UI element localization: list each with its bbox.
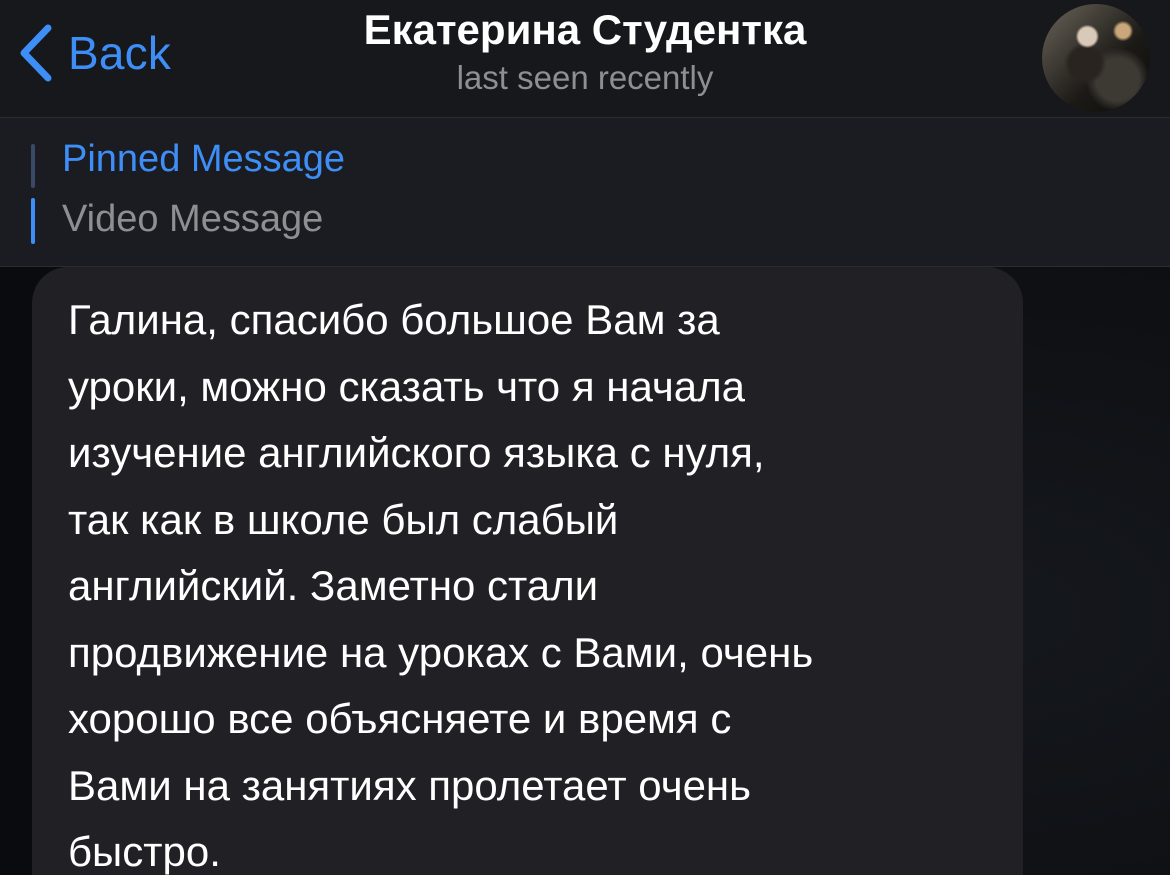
message-line: уроки, можно сказать что я начала	[68, 362, 745, 410]
pinned-preview: Video Message	[62, 198, 324, 240]
message-text: Галина, спасибо большое Вам за уроки, мо…	[68, 287, 993, 875]
message-line: Галина, спасибо большое Вам за	[68, 296, 720, 343]
message-line: хорошо все объясняете и время с	[68, 695, 732, 742]
chat-header: Back Екатерина Студентка last seen recen…	[0, 0, 1170, 118]
back-label: Back	[68, 27, 172, 79]
chevron-left-icon	[20, 24, 52, 82]
pinned-title: Pinned Message	[62, 138, 346, 180]
message-line: Вами на занятиях пролетает очень	[68, 761, 752, 809]
message-line: так как в школе был слабый	[68, 495, 619, 543]
contact-status: last seen recently	[456, 59, 714, 96]
pinned-message-bar[interactable]: Pinned Message Video Message	[0, 118, 1170, 267]
message-line: изучение английского языка с нуля,	[68, 429, 765, 476]
chat-title[interactable]: Екатерина Студентка last seen recently	[250, 2, 920, 98]
message-line: быстро.	[68, 828, 221, 875]
message-line: продвижение на уроках с Вами, очень	[68, 628, 814, 676]
pinned-indicator-inactive	[31, 144, 35, 188]
message-line: английский. Заметно стали	[68, 562, 599, 609]
back-button[interactable]: Back	[18, 20, 171, 86]
avatar[interactable]	[1042, 4, 1150, 112]
message-bubble[interactable]: Галина, спасибо большое Вам за уроки, мо…	[32, 267, 1023, 875]
contact-name: Екатерина Студентка	[363, 6, 807, 53]
pinned-indicator-active	[31, 198, 35, 244]
chat-screen: Back Екатерина Студентка last seen recen…	[0, 0, 1170, 875]
